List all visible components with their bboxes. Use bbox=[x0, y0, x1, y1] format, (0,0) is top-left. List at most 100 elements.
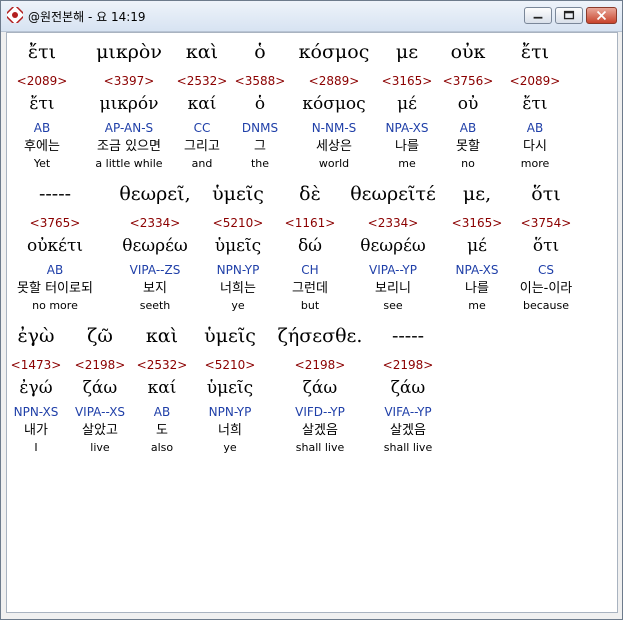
greek-text: ----- bbox=[38, 183, 72, 205]
english-gloss: but bbox=[300, 299, 320, 312]
word-cell[interactable]: καὶ <2532> καί AB 도 also bbox=[137, 317, 188, 457]
title-bar[interactable]: @원전본해 - 요 14:19 bbox=[1, 1, 622, 32]
korean-gloss: 그런데 bbox=[292, 281, 328, 296]
lemma-text: μέ bbox=[397, 94, 417, 114]
korean-gloss: 나를 bbox=[465, 281, 489, 296]
english-gloss: more bbox=[520, 157, 550, 170]
english-gloss: I bbox=[34, 441, 38, 454]
word-cell[interactable]: δὲ <1161> δώ CH 그런데 but bbox=[285, 175, 336, 315]
english-gloss: shall live bbox=[295, 441, 345, 454]
lemma-text: ὑμεῖς bbox=[214, 236, 262, 256]
lemma-text: κόσμος bbox=[302, 94, 366, 114]
english-gloss: ye bbox=[223, 441, 237, 454]
korean-gloss: 못할 터이로되 bbox=[17, 281, 93, 296]
word-cell[interactable]: κόσμος <2889> κόσμος N-NM-S 세상은 world bbox=[299, 33, 370, 173]
word-cell[interactable]: θεωρεῖ, <2334> θεωρέω VIPA--ZS 보지 seeth bbox=[119, 175, 190, 315]
english-gloss: me bbox=[398, 157, 416, 170]
korean-gloss: 너희 bbox=[218, 423, 242, 438]
word-cell[interactable]: ἔτι <2089> ἔτι AB 후에는 Yet bbox=[17, 33, 68, 173]
korean-gloss: 살겠음 bbox=[302, 423, 338, 438]
strong-number: <3588> bbox=[234, 74, 286, 88]
lemma-text: ἔτι bbox=[522, 94, 548, 114]
parse-code: NPN-YP bbox=[208, 405, 252, 419]
english-gloss: me bbox=[468, 299, 486, 312]
word-cell[interactable]: μικρὸν <3397> μικρόν AP-AN-S 조금 있으면 a li… bbox=[95, 33, 162, 173]
word-cell[interactable]: ὁ <3588> ὁ DNMS 그 the bbox=[235, 33, 286, 173]
greek-text: ζῶ bbox=[87, 325, 113, 347]
maximize-icon bbox=[563, 10, 575, 20]
korean-gloss: 세상은 bbox=[316, 139, 352, 154]
korean-gloss: 나를 bbox=[395, 139, 419, 154]
greek-text: ἔτι bbox=[27, 41, 57, 63]
lemma-text: ζάω bbox=[82, 378, 118, 398]
parse-code: NPN-YP bbox=[216, 263, 260, 277]
parse-code: VIFD--YP bbox=[295, 405, 345, 419]
word-cell[interactable]: ----- <3765> οὐκέτι AB 못할 터이로되 no more bbox=[17, 175, 93, 315]
greek-text: μικρὸν bbox=[96, 41, 162, 63]
strong-number: <2198> bbox=[74, 358, 126, 372]
strong-number: <2889> bbox=[308, 74, 360, 88]
korean-gloss: 못할 bbox=[456, 139, 480, 154]
word-cell[interactable]: ----- <2198> ζάω VIFA--YP 살겠음 shall live bbox=[383, 317, 434, 457]
word-cell[interactable]: με <3165> μέ NPA-XS 나를 me bbox=[382, 33, 433, 173]
strong-number: <5210> bbox=[204, 358, 256, 372]
english-gloss: no more bbox=[32, 299, 78, 312]
word-cell[interactable]: ζήσεσθε. <2198> ζάω VIFD--YP 살겠음 shall l… bbox=[278, 317, 363, 457]
word-cell[interactable]: ὅτι <3754> ὅτι CS 이는-이라 because bbox=[520, 175, 573, 315]
korean-gloss: 보리니 bbox=[375, 281, 411, 296]
parse-code: DNMS bbox=[241, 121, 279, 135]
strong-number: <2198> bbox=[382, 358, 434, 372]
english-gloss: seeth bbox=[139, 299, 171, 312]
parse-code: NPN-XS bbox=[13, 405, 59, 419]
word-cell[interactable]: καὶ <2532> καί CC 그리고 and bbox=[177, 33, 228, 173]
greek-text: θεωρεῖτέ bbox=[350, 183, 436, 205]
greek-text: κόσμος bbox=[298, 41, 370, 63]
word-cell[interactable]: θεωρεῖτέ <2334> θεωρέω VIPA--YP 보리니 see bbox=[350, 175, 436, 315]
word-cell[interactable]: ἔτι <2089> ἔτι AB 다시 more bbox=[510, 33, 561, 173]
strong-number: <2089> bbox=[16, 74, 68, 88]
word-cell[interactable]: ζῶ <2198> ζάω VIPA--XS 살았고 live bbox=[75, 317, 126, 457]
greek-text: ὑμεῖς bbox=[204, 325, 256, 347]
korean-gloss: 너희는 bbox=[220, 281, 256, 296]
lemma-text: ζάω bbox=[302, 378, 338, 398]
window-title: @원전본해 - 요 14:19 bbox=[28, 10, 146, 24]
strong-number: <2089> bbox=[509, 74, 561, 88]
greek-text: καὶ bbox=[145, 325, 179, 347]
interlinear-panel[interactable]: ἔτι <2089> ἔτι AB 후에는 Yet μικρὸν <3397> … bbox=[6, 32, 618, 613]
korean-gloss: 이는-이라 bbox=[519, 281, 573, 296]
parse-code: N-NM-S bbox=[311, 121, 357, 135]
parse-code: VIFA--YP bbox=[384, 405, 432, 419]
maximize-button[interactable] bbox=[555, 7, 583, 24]
lemma-text: οὐκέτι bbox=[26, 236, 84, 256]
greek-text: οὐκ bbox=[450, 41, 486, 63]
korean-gloss: 다시 bbox=[523, 139, 547, 154]
korean-gloss: 후에는 bbox=[24, 139, 60, 154]
lemma-text: δώ bbox=[297, 236, 323, 256]
word-cell[interactable]: ὑμεῖς <5210> ὑμεῖς NPN-YP 너희는 ye bbox=[212, 175, 264, 315]
korean-gloss: 도 bbox=[156, 423, 168, 438]
english-gloss: live bbox=[90, 441, 110, 454]
strong-number: <5210> bbox=[212, 216, 264, 230]
english-gloss: see bbox=[383, 299, 403, 312]
greek-text: ὑμεῖς bbox=[212, 183, 264, 205]
minimize-button[interactable] bbox=[524, 7, 552, 24]
strong-number: <2334> bbox=[367, 216, 419, 230]
lemma-text: θεωρέω bbox=[360, 236, 426, 256]
lemma-text: μέ bbox=[467, 236, 487, 256]
lemma-text: ζάω bbox=[390, 378, 426, 398]
korean-gloss: 조금 있으면 bbox=[97, 139, 161, 154]
strong-number: <2334> bbox=[129, 216, 181, 230]
word-cell[interactable]: οὐκ <3756> οὐ AB 못할 no bbox=[443, 33, 494, 173]
word-cell[interactable]: ἐγὼ <1473> ἐγώ NPN-XS 내가 I bbox=[11, 317, 62, 457]
parse-code: NPA-XS bbox=[385, 121, 429, 135]
parse-code: AB bbox=[33, 121, 51, 135]
close-button[interactable] bbox=[586, 7, 617, 24]
english-gloss: because bbox=[522, 299, 569, 312]
app-window: @원전본해 - 요 14:19 ἔτι <2089> ἔτι AB 후에는 Ye… bbox=[0, 0, 623, 620]
strong-number: <3754> bbox=[520, 216, 572, 230]
word-cell[interactable]: με, <3165> μέ NPA-XS 나를 me bbox=[452, 175, 503, 315]
english-gloss: the bbox=[250, 157, 270, 170]
greek-text: δὲ bbox=[299, 183, 321, 205]
word-cell[interactable]: ὑμεῖς <5210> ὑμεῖς NPN-YP 너희 ye bbox=[204, 317, 256, 457]
strong-number: <3765> bbox=[29, 216, 81, 230]
